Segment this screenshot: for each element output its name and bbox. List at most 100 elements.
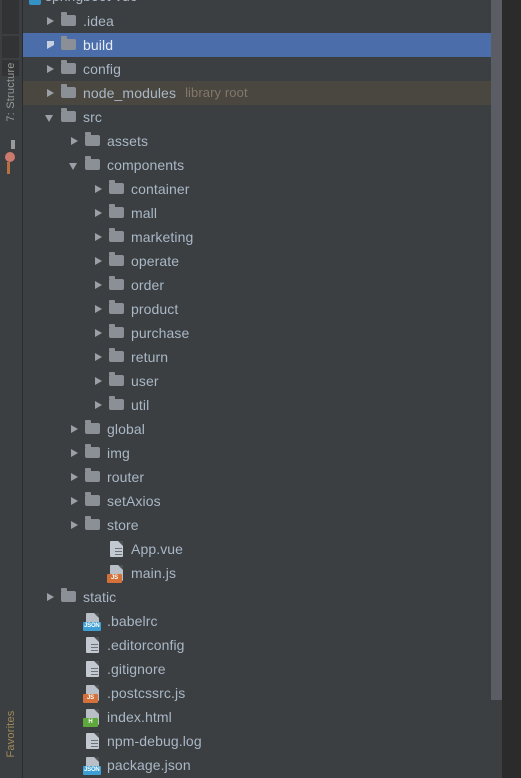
vertical-scrollbar-thumb[interactable] [491,0,502,700]
tree-row-label: static [83,589,117,605]
tree-row-label: .idea [83,13,114,29]
tree-row[interactable]: .gitignore [23,657,502,681]
folder-icon [107,297,127,321]
tree-row-label: util [131,397,150,413]
folder-glyph [109,228,124,242]
breakpoint-marker-icon [5,152,15,162]
folder-glyph [109,324,124,338]
tree-row[interactable]: Hindex.html [23,705,502,729]
indent-spacer [23,405,91,406]
tree-row[interactable]: JSON .babelrc [23,609,502,633]
file-type-badge: JSON [83,766,101,775]
indent-spacer [23,597,43,598]
folder-icon [83,489,103,513]
twisty-placeholder [91,561,107,585]
vertical-scrollbar-track[interactable] [491,0,502,778]
file-icon: JS [107,561,127,585]
stripe-segment-1 [2,0,19,34]
chevron-right-icon[interactable] [67,417,83,441]
folder-glyph [85,420,100,434]
chevron-right-icon[interactable] [91,369,107,393]
tree-row[interactable]: marketing [23,225,502,249]
tree-row[interactable]: operate [23,249,502,273]
tree-row[interactable]: JSON package.json [23,753,502,777]
chevron-right-icon[interactable] [91,297,107,321]
tree-row[interactable]: return [23,345,502,369]
tree-row[interactable]: util [23,393,502,417]
tree-row[interactable]: router [23,465,502,489]
tree-row[interactable]: store [23,513,502,537]
tree-row[interactable]: JS main.js [23,561,502,585]
tree-row[interactable]: src [23,105,502,129]
tree-row[interactable]: order [23,273,502,297]
chevron-right-icon[interactable] [43,57,59,81]
folder-icon [83,465,103,489]
indent-spacer [23,525,67,526]
favorites-tool-tab[interactable]: Favorites [5,710,17,757]
tree-row[interactable]: JS .postcssrc.js [23,681,502,705]
tree-row[interactable]: global [23,417,502,441]
tree-row[interactable]: npm-debug.log [23,729,502,753]
tree-row[interactable]: config [23,57,502,81]
chevron-right-icon[interactable] [43,585,59,609]
tree-row-label: .editorconfig [107,637,185,653]
tree-row[interactable]: node_modules library root [23,81,502,105]
tree-row[interactable]: assets [23,129,502,153]
file-icon: JSON [83,753,103,777]
tree-row[interactable]: user [23,369,502,393]
chevron-down-icon[interactable] [43,105,59,129]
tree-row[interactable]: mall [23,201,502,225]
file-glyph [86,661,99,677]
folder-glyph [109,372,124,386]
chevron-right-icon[interactable] [67,513,83,537]
folder-icon [107,321,127,345]
tree-row-label: src [83,109,102,125]
folder-icon [83,417,103,441]
tree-row[interactable]: static [23,585,502,609]
tree-row-label: marketing [131,229,194,245]
indent-spacer [23,309,91,310]
twisty-triangle [95,305,102,313]
chevron-right-icon[interactable] [91,321,107,345]
chevron-down-icon[interactable] [67,153,83,177]
tree-row-label: global [107,421,145,437]
folder-glyph [61,36,76,50]
chevron-right-icon[interactable] [91,393,107,417]
project-tree-panel[interactable]: springboot-vue .idea build config node_modu… [23,0,502,778]
chevron-right-icon[interactable] [43,9,59,33]
chevron-right-icon[interactable] [67,465,83,489]
chevron-right-icon[interactable] [91,201,107,225]
file-glyph [86,637,99,653]
chevron-right-icon[interactable] [67,489,83,513]
twisty-triangle [95,281,102,289]
chevron-right-icon[interactable] [43,81,59,105]
project-root-row[interactable]: springboot-vue [23,0,502,9]
tree-row[interactable]: container [23,177,502,201]
chevron-right-icon[interactable] [67,129,83,153]
tree-row[interactable]: purchase [23,321,502,345]
indent-spacer [23,549,91,550]
folder-icon [107,369,127,393]
chevron-right-icon[interactable] [91,225,107,249]
chevron-right-icon[interactable] [43,33,59,57]
tree-row[interactable]: components [23,153,502,177]
tree-row[interactable]: .editorconfig [23,633,502,657]
chevron-right-icon[interactable] [91,345,107,369]
chevron-right-icon[interactable] [91,177,107,201]
tree-row[interactable]: build [23,33,502,57]
tree-row[interactable]: setAxios [23,489,502,513]
indent-spacer [23,237,91,238]
chevron-right-icon[interactable] [67,441,83,465]
gutter-tick-icon [7,162,10,174]
chevron-right-icon[interactable] [91,249,107,273]
twisty-triangle [45,115,53,122]
folder-glyph [61,60,76,74]
structure-tool-tab[interactable]: 7: Structure [5,62,17,121]
tree-row[interactable]: App.vue [23,537,502,561]
folder-glyph [85,132,100,146]
indent-spacer [23,93,43,94]
chevron-right-icon[interactable] [91,273,107,297]
tree-row[interactable]: .idea [23,9,502,33]
tree-row[interactable]: product [23,297,502,321]
tree-row[interactable]: img [23,441,502,465]
